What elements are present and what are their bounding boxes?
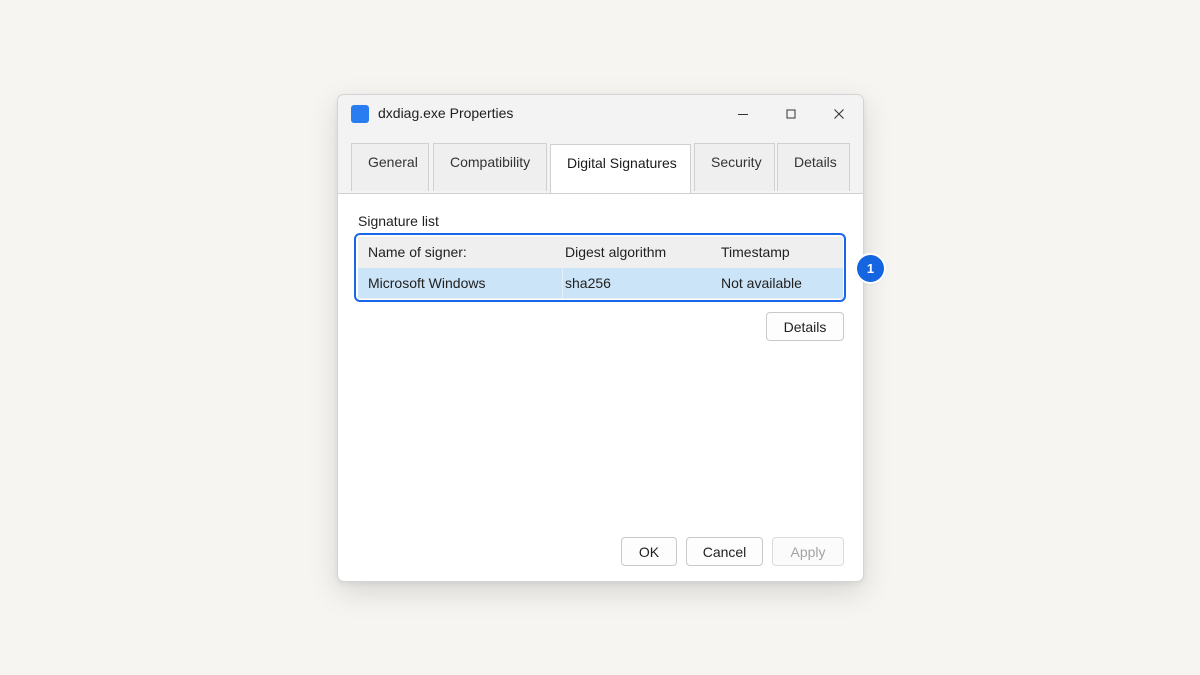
maximize-button[interactable]: [768, 99, 814, 129]
tab-details[interactable]: Details: [777, 143, 850, 191]
maximize-icon: [786, 109, 796, 119]
minimize-button[interactable]: [720, 99, 766, 129]
properties-dialog: dxdiag.exe Properties General Compatibil…: [337, 94, 864, 582]
window-title: dxdiag.exe Properties: [378, 105, 514, 121]
tab-compatibility[interactable]: Compatibility: [433, 143, 547, 191]
tab-strip: General Compatibility Digital Signatures…: [338, 133, 863, 194]
tab-general[interactable]: General: [351, 143, 429, 191]
signature-list-label: Signature list: [358, 213, 439, 229]
tab-security[interactable]: Security: [694, 143, 775, 191]
annotation-badge: 1: [857, 255, 884, 282]
details-button[interactable]: Details: [766, 312, 844, 341]
signature-list-highlight: [354, 233, 846, 302]
minimize-icon: [738, 114, 748, 115]
app-icon: [351, 105, 369, 123]
ok-button[interactable]: OK: [621, 537, 677, 566]
apply-button: Apply: [772, 537, 844, 566]
cancel-button[interactable]: Cancel: [686, 537, 763, 566]
title-bar[interactable]: dxdiag.exe Properties: [338, 95, 863, 133]
tab-digital-signatures[interactable]: Digital Signatures: [550, 144, 691, 193]
close-icon: [834, 109, 844, 119]
close-button[interactable]: [816, 99, 862, 129]
